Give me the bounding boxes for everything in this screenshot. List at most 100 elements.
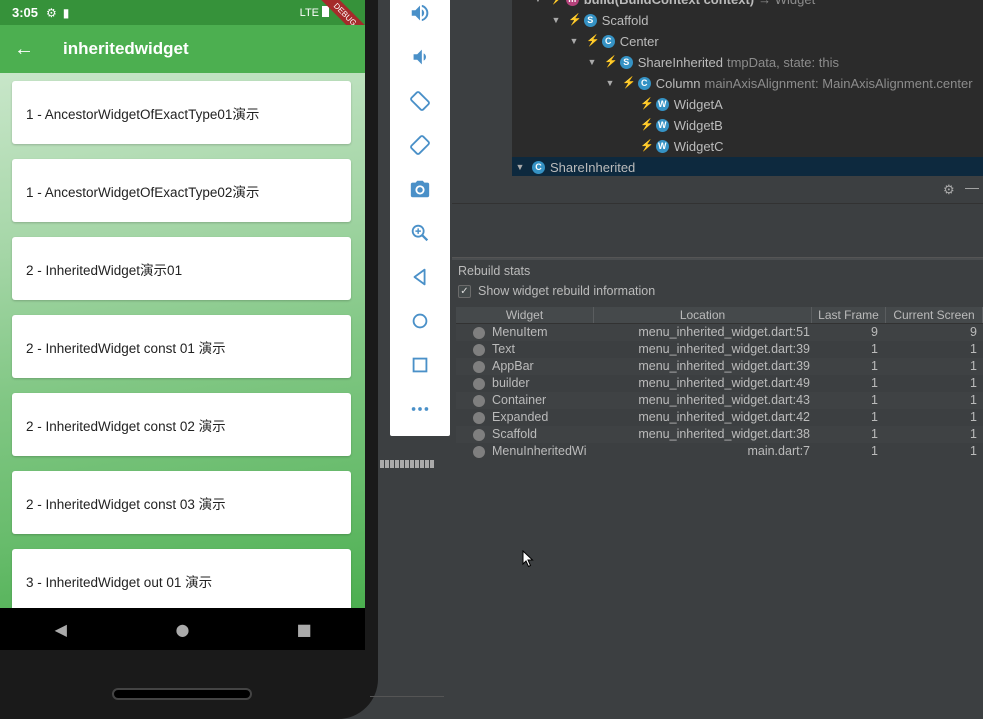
flutter-inspector-panel: ▼ ⚡ m build(BuildContext context) → Widg… xyxy=(452,0,983,719)
checkbox-label: Show widget rebuild information xyxy=(478,284,656,298)
rebuild-indicator-icon xyxy=(473,377,485,390)
cell-current-screen: 1 xyxy=(970,444,977,458)
cell-widget: Expanded xyxy=(492,410,549,424)
cell-last-frame: 1 xyxy=(871,444,878,458)
mouse-cursor-icon xyxy=(522,550,534,568)
android-nav-bar: ◀ ● ■ xyxy=(0,608,365,650)
column-header-widget[interactable]: Widget xyxy=(456,307,594,323)
zoom-icon[interactable] xyxy=(390,211,450,255)
divider xyxy=(370,696,444,697)
cell-location: menu_inherited_widget.dart:39 xyxy=(638,342,810,356)
rotate-left-icon[interactable] xyxy=(390,79,450,123)
cell-last-frame: 9 xyxy=(871,325,878,339)
widget-badge-icon: W xyxy=(655,119,669,132)
collapse-arrow-icon[interactable]: ▼ xyxy=(532,0,544,10)
nav-recents-icon[interactable]: ■ xyxy=(284,620,324,639)
table-row[interactable]: AppBar menu_inherited_widget.dart:39 1 1 xyxy=(456,358,983,375)
tree-node-selected[interactable]: ▼ C ShareInherited xyxy=(514,157,636,178)
volume-down-icon[interactable] xyxy=(390,35,450,79)
table-row[interactable]: Expanded menu_inherited_widget.dart:42 1… xyxy=(456,409,983,426)
volume-up-icon[interactable] xyxy=(390,0,450,35)
cell-widget: MenuInheritedWi xyxy=(492,444,587,458)
collapse-arrow-icon[interactable]: ▼ xyxy=(568,31,580,52)
panel-toolbar: ⚙ — xyxy=(452,176,983,204)
menu-item[interactable]: 2 - InheritedWidget const 02 演示 xyxy=(12,393,351,456)
status-time: 3:05 xyxy=(12,5,39,20)
rebuild-indicator-icon xyxy=(473,411,485,424)
column-header-last-frame[interactable]: Last Frame xyxy=(812,307,886,323)
menu-item[interactable]: 1 - AncestorWidgetOfExactType02演示 xyxy=(12,159,351,222)
emulator-resize-handle[interactable] xyxy=(380,460,436,470)
table-row[interactable]: builder menu_inherited_widget.dart:49 1 … xyxy=(456,375,983,392)
collapse-arrow-icon[interactable]: ▼ xyxy=(586,52,598,73)
rebuild-indicator-icon xyxy=(473,360,485,373)
cell-widget: builder xyxy=(492,376,530,390)
node-name: WidgetA xyxy=(673,97,723,112)
node-props: tmpData, state: this xyxy=(726,55,839,70)
menu-item[interactable]: 2 - InheritedWidget演示01 xyxy=(12,237,351,300)
phone-emulator: 3:05 ⚙ ▮ LTE DEBUG ← inheritedwidget 1 -… xyxy=(0,0,378,719)
phone-speaker xyxy=(112,688,252,700)
widget-badge-icon: C xyxy=(601,35,615,48)
back-arrow-icon[interactable]: ← xyxy=(0,38,48,61)
show-rebuild-checkbox[interactable]: ✓ Show widget rebuild information xyxy=(458,284,655,298)
tree-node[interactable]: ▼ ⚡ C Column mainAxisAlignment: MainAxis… xyxy=(604,73,973,94)
table-row[interactable]: MenuItem menu_inherited_widget.dart:51 9… xyxy=(456,324,983,341)
panel-splitter[interactable] xyxy=(452,257,983,260)
more-icon[interactable] xyxy=(390,387,450,431)
flutter-icon: ⚡ xyxy=(586,35,600,47)
node-name: Scaffold xyxy=(601,13,649,28)
tree-node[interactable]: ▼ ⚡ C Center xyxy=(568,31,659,52)
menu-item[interactable]: 3 - InheritedWidget out 01 演示 xyxy=(12,549,351,612)
tree-node[interactable]: ▼ ⚡ S Scaffold xyxy=(550,10,649,31)
nav-back-icon[interactable]: ◀ xyxy=(41,620,81,639)
node-name: Center xyxy=(619,34,659,49)
table-row[interactable]: Scaffold menu_inherited_widget.dart:38 1… xyxy=(456,426,983,443)
flutter-icon: ⚡ xyxy=(640,140,654,152)
tree-node[interactable]: ▼ ⚡ S ShareInherited tmpData, state: thi… xyxy=(586,52,839,73)
menu-item[interactable]: 1 - AncestorWidgetOfExactType01演示 xyxy=(12,81,351,144)
collapse-arrow-icon[interactable]: ▼ xyxy=(514,157,526,178)
cell-widget: AppBar xyxy=(492,359,534,373)
node-props: → Widget xyxy=(758,0,815,10)
flutter-icon: ⚡ xyxy=(622,77,636,89)
table-row[interactable]: Text menu_inherited_widget.dart:39 1 1 xyxy=(456,341,983,358)
tree-node[interactable]: ▼ ⚡ m build(BuildContext context) → Widg… xyxy=(532,0,815,10)
gear-icon[interactable]: ⚙ xyxy=(943,182,957,197)
cell-widget: Container xyxy=(492,393,547,407)
cell-last-frame: 1 xyxy=(871,359,878,373)
rotate-right-icon[interactable] xyxy=(390,123,450,167)
network-type: LTE xyxy=(299,7,319,19)
collapse-arrow-icon[interactable]: ▼ xyxy=(604,73,616,94)
column-header-current-screen[interactable]: Current Screen xyxy=(886,307,983,323)
checkbox-checked-icon[interactable]: ✓ xyxy=(458,284,471,298)
flutter-icon: ⚡ xyxy=(640,98,654,110)
table-row[interactable]: Container menu_inherited_widget.dart:43 … xyxy=(456,392,983,409)
menu-list[interactable]: 1 - AncestorWidgetOfExactType01演示 1 - An… xyxy=(0,73,365,612)
column-header-location[interactable]: Location xyxy=(594,307,812,323)
battery-icon xyxy=(322,6,329,17)
rebuild-stats-title: Rebuild stats xyxy=(458,264,531,278)
tree-node[interactable]: ⚡ W WidgetA xyxy=(640,94,723,115)
overview-icon[interactable] xyxy=(390,343,450,387)
rebuild-indicator-icon xyxy=(473,326,485,339)
tree-node[interactable]: ⚡ W WidgetC xyxy=(640,136,724,157)
cell-widget: MenuItem xyxy=(492,325,548,339)
settings-status-icon: ⚙ xyxy=(46,5,57,20)
cell-widget: Scaffold xyxy=(492,427,537,441)
table-header: Widget Location Last Frame Current Scree… xyxy=(456,307,983,324)
menu-item[interactable]: 2 - InheritedWidget const 01 演示 xyxy=(12,315,351,378)
back-icon[interactable] xyxy=(390,255,450,299)
flutter-icon: ⚡ xyxy=(550,0,564,10)
minimize-icon[interactable]: — xyxy=(965,179,979,195)
collapse-arrow-icon[interactable]: ▼ xyxy=(550,10,562,31)
cell-last-frame: 1 xyxy=(871,376,878,390)
camera-icon[interactable] xyxy=(390,167,450,211)
home-icon[interactable] xyxy=(390,299,450,343)
nav-home-icon[interactable]: ● xyxy=(162,620,202,639)
tree-node[interactable]: ⚡ W WidgetB xyxy=(640,115,723,136)
app-bar: ← inheritedwidget xyxy=(0,25,365,73)
cell-last-frame: 1 xyxy=(871,342,878,356)
menu-item[interactable]: 2 - InheritedWidget const 03 演示 xyxy=(12,471,351,534)
table-row[interactable]: MenuInheritedWi main.dart:7 1 1 xyxy=(456,443,983,460)
